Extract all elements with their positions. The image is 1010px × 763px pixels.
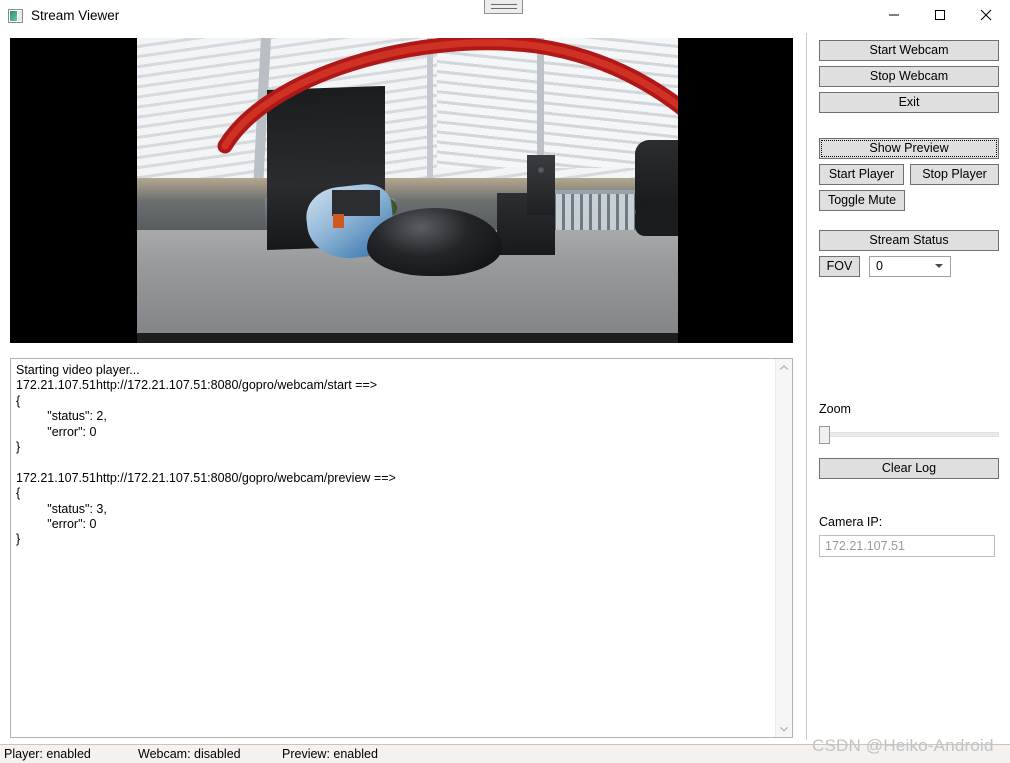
fov-select[interactable]: 0 — [869, 256, 951, 277]
camera-ip-input[interactable]: 172.21.107.51 — [819, 535, 995, 557]
stream-status-button[interactable]: Stream Status — [819, 230, 999, 251]
status-player: Player: enabled — [4, 747, 91, 761]
log-output-box[interactable]: Starting video player... 172.21.107.51ht… — [10, 358, 793, 738]
toggle-mute-button[interactable]: Toggle Mute — [819, 190, 905, 211]
log-text: Starting video player... 172.21.107.51ht… — [16, 363, 396, 547]
zoom-slider[interactable] — [819, 424, 999, 444]
status-webcam: Webcam: disabled — [138, 747, 241, 761]
zoom-label: Zoom — [819, 402, 851, 416]
watermark: CSDN @Heiko-Android — [812, 736, 994, 755]
exit-button[interactable]: Exit — [819, 92, 999, 113]
camera-ip-label: Camera IP: — [819, 515, 883, 529]
fov-select-value: 0 — [876, 259, 883, 273]
scroll-up-icon[interactable] — [776, 359, 792, 376]
clear-log-button[interactable]: Clear Log — [819, 458, 999, 479]
maximize-icon[interactable] — [917, 0, 963, 30]
start-player-button[interactable]: Start Player — [819, 164, 904, 185]
chevron-down-icon — [935, 264, 943, 268]
title-bar: Stream Viewer — [0, 0, 1010, 32]
stop-webcam-button[interactable]: Stop Webcam — [819, 66, 999, 87]
title-drag-handle[interactable] — [484, 0, 523, 14]
start-webcam-button[interactable]: Start Webcam — [819, 40, 999, 61]
fov-button[interactable]: FOV — [819, 256, 860, 277]
zoom-slider-track[interactable] — [825, 432, 999, 437]
control-panel: Start Webcam Stop Webcam Exit Show Previ… — [806, 33, 1004, 740]
status-preview: Preview: enabled — [282, 747, 378, 761]
page-title: Stream Viewer — [31, 8, 120, 23]
log-scrollbar[interactable] — [775, 359, 792, 737]
zoom-slider-thumb[interactable] — [819, 426, 830, 444]
minimize-icon[interactable] — [871, 0, 917, 30]
live-video-preview[interactable] — [10, 38, 793, 343]
scroll-down-icon[interactable] — [776, 720, 792, 737]
show-preview-button[interactable]: Show Preview — [819, 138, 999, 159]
stop-player-button[interactable]: Stop Player — [910, 164, 999, 185]
close-icon[interactable] — [963, 0, 1009, 30]
red-cable — [217, 38, 678, 154]
video-frame — [137, 38, 678, 343]
picture-icon — [8, 9, 23, 23]
app-window: Stream Viewer Starting video player... 1… — [0, 0, 1010, 763]
